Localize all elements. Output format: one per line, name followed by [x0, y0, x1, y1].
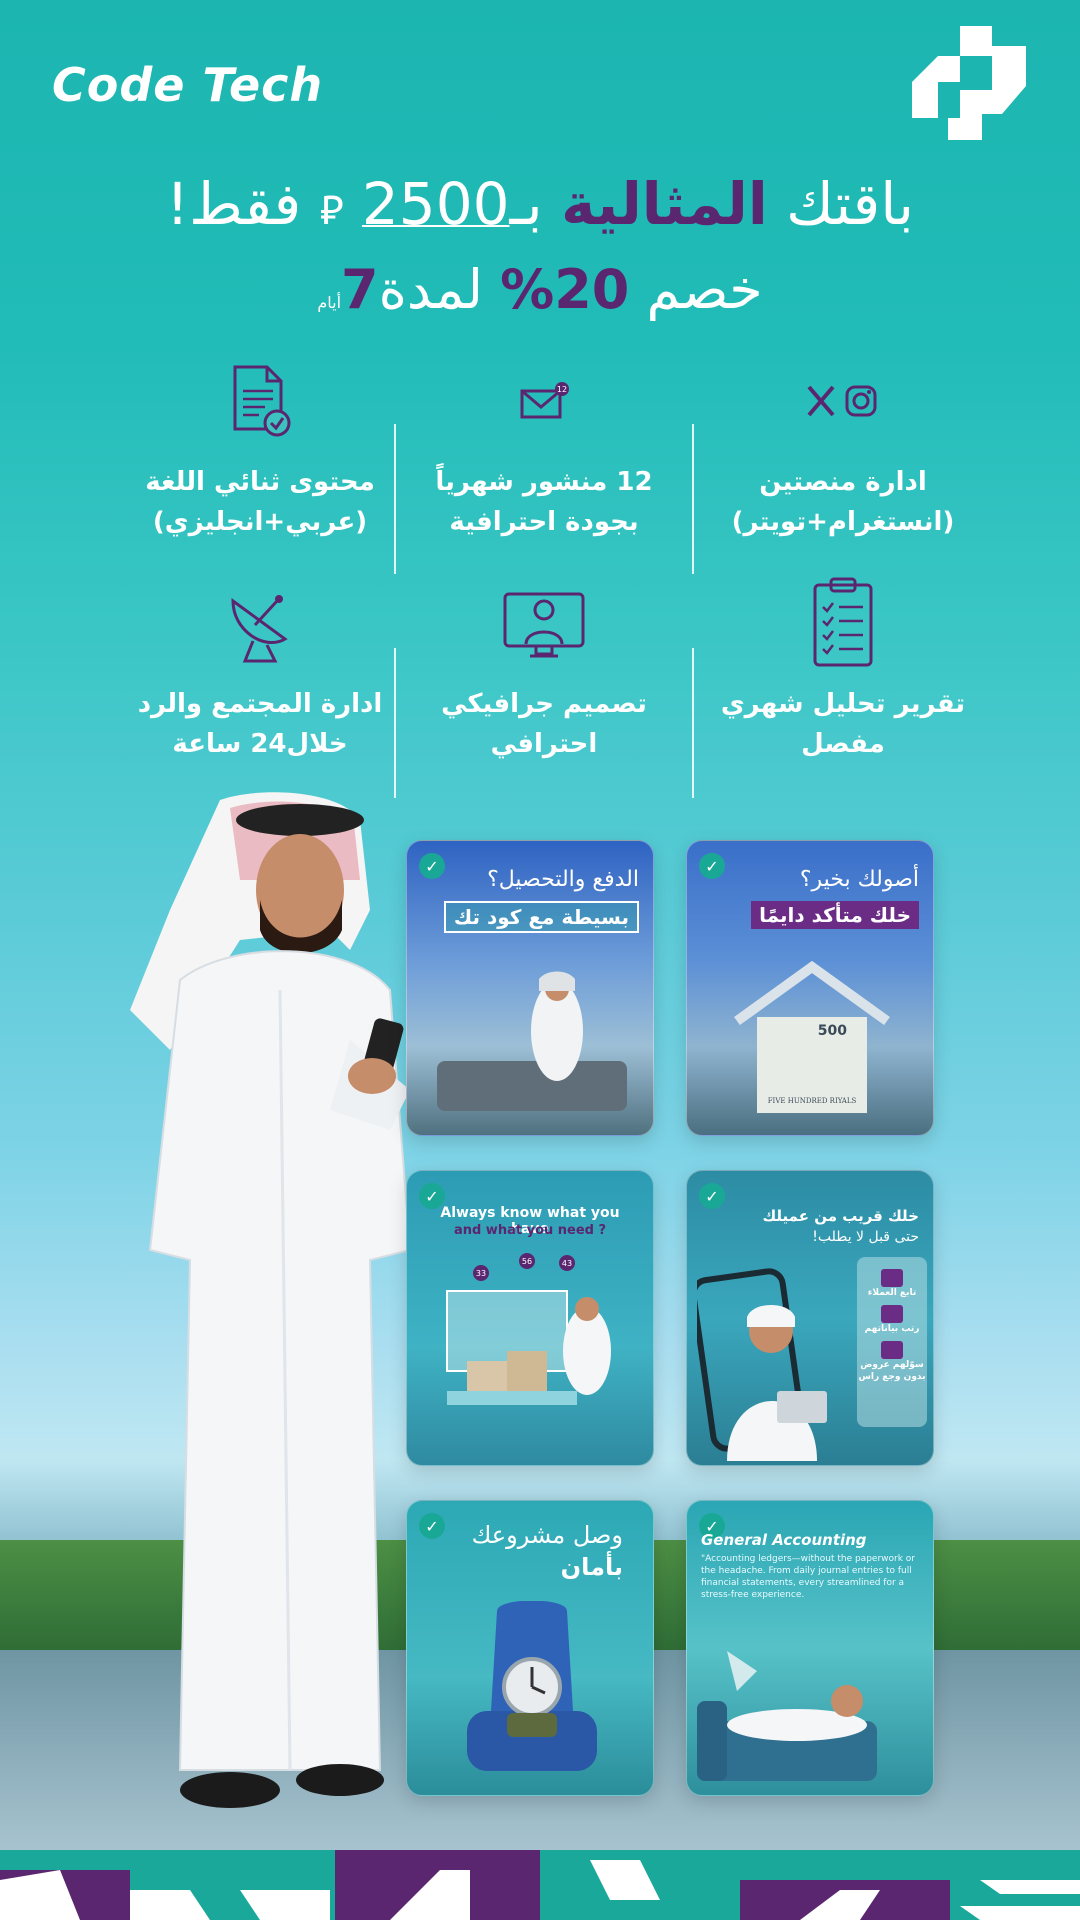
panel-item: تابع العملاء [867, 1288, 917, 1298]
feature-bilingual: محتوى ثنائي اللغة (عربي+انجليزي) [110, 358, 410, 542]
seat-stopwatch-illustration [467, 1601, 597, 1771]
check-icon: ✓ [699, 1183, 725, 1209]
feature-line2: بجودة احترافية [449, 507, 639, 537]
headline-suffix: فقط! [165, 170, 302, 238]
post-card-delivery[interactable]: ✓ وصل مشروعك بأمان [406, 1500, 654, 1796]
headline-prefix: باقتك [786, 170, 915, 238]
badge-count: 43 [562, 1259, 572, 1268]
designer-monitor-icon [394, 580, 694, 666]
man-with-laptop-illustration [697, 1268, 827, 1461]
card-subtitle: بأمان [560, 1553, 623, 1581]
check-icon: ✓ [419, 853, 445, 879]
card-title: General Accounting [701, 1531, 867, 1549]
card-body: "Accounting ledgers—without the paperwor… [701, 1554, 915, 1600]
feature-report: تقرير تحليل شهري مفصل [693, 577, 993, 764]
percent-icon [881, 1341, 903, 1359]
feature-line2: احترافي [490, 729, 598, 759]
man-with-phone-illustration [130, 792, 412, 1808]
card-subtitle: and what you need ? [453, 1223, 607, 1238]
man-on-wallet-illustration [437, 971, 627, 1111]
post-card-clients[interactable]: ✓ خلك قريب من عميلك حتى قبل لا يطلب! تاب… [686, 1170, 934, 1466]
feature-line1: تصميم جرافيكي [441, 689, 647, 719]
users-icon [881, 1269, 903, 1287]
post-card-inventory[interactable]: ✓ Always know what you have and what you… [406, 1170, 654, 1466]
headline: باقتك المثالية بـ2500 ⃁ فقط! [0, 170, 1080, 238]
panel-item: رتب بياناتهم [864, 1324, 920, 1334]
headline-price: 2500 [361, 170, 510, 238]
feature-line2: (انستغرام+تويتر) [731, 507, 955, 537]
saudi-riyal-symbol-icon: ⃁ [319, 188, 344, 234]
post-card-assets[interactable]: ✓ أصولك بخير؟ خلك متأكد دايمًا 500 FIVE … [686, 840, 934, 1136]
card-title: الدفع والتحصيل؟ [487, 867, 639, 892]
offer-days-word: أيام [317, 293, 342, 312]
satellite-dish-icon [110, 580, 410, 666]
banknote-value: 500 [818, 1023, 847, 1039]
card-highlight: بسيطة مع كود تك [443, 901, 639, 933]
offer-percent: 20% [500, 258, 630, 321]
client-features-panel: تابع العملاء رتب بياناتهم سوّلهم عروض بد… [857, 1257, 927, 1427]
warehouse-boxes-illustration: 33 56 43 [446, 1253, 611, 1405]
brand-logo-text: Code Tech [52, 58, 324, 112]
feature-posts: 12 12 منشور شهرياً بجودة احترافية [394, 358, 694, 542]
feature-line1: محتوى ثنائي اللغة [145, 467, 375, 497]
banknote-text: FIVE HUNDRED RIYALS [768, 1097, 857, 1105]
offer-prefix: خصم [646, 258, 763, 321]
clipboard-checklist-icon [693, 577, 993, 667]
card-title: وصل مشروعك [471, 1521, 623, 1549]
panel-item: سوّلهم عروض بدون وجع راس [858, 1360, 926, 1382]
bottom-geometric-pattern [0, 1850, 1080, 1920]
house-banknote-illustration: 500 FIVE HUNDRED RIYALS [734, 961, 890, 1113]
badge-count: 33 [476, 1269, 486, 1278]
mail-badge-count: 12 [557, 385, 567, 394]
post-card-payments[interactable]: ✓ الدفع والتحصيل؟ بسيطة مع كود تك [406, 840, 654, 1136]
post-card-accounting[interactable]: ✓ General Accounting "Accounting ledgers… [686, 1500, 934, 1796]
feature-line2: خلال24 ساعة [172, 729, 348, 759]
card-highlight: خلك متأكد دايمًا [751, 901, 919, 929]
document-check-icon [110, 358, 410, 444]
mail-badge-icon: 12 [394, 358, 694, 444]
card-subtitle: حتى قبل لا يطلب! [812, 1229, 919, 1245]
data-icon [881, 1305, 903, 1323]
feature-design: تصميم جرافيكي احترافي [394, 580, 694, 764]
feature-line2: (عربي+انجليزي) [152, 507, 368, 537]
feature-line2: مفصل [801, 729, 885, 759]
feature-line1: 12 منشور شهرياً [435, 467, 653, 497]
offer-mid: لمدة [378, 258, 483, 321]
brand-mark-icon [912, 26, 1026, 140]
man-resting-sofa-illustration [697, 1651, 877, 1781]
card-title: خلك قريب من عميلك [762, 1207, 919, 1225]
badge-count: 56 [522, 1257, 532, 1266]
social-x-instagram-icon [693, 358, 993, 444]
feature-community: ادارة المجتمع والرد خلال24 ساعة [110, 580, 410, 764]
headline-bi: بـ [509, 170, 543, 238]
check-icon: ✓ [699, 853, 725, 879]
headline-highlight: المثالية [561, 170, 768, 238]
feature-platforms: ادارة منصتين (انستغرام+تويتر) [693, 358, 993, 542]
feature-line1: ادارة المجتمع والرد [137, 689, 383, 719]
offer-days-number: 7 [341, 258, 379, 321]
feature-line1: تقرير تحليل شهري [720, 689, 966, 719]
card-title: أصولك بخير؟ [799, 867, 919, 892]
offer-line: خصم 20% لمدة7أيام [0, 258, 1080, 321]
check-icon: ✓ [419, 1513, 445, 1539]
feature-line1: ادارة منصتين [759, 467, 927, 497]
